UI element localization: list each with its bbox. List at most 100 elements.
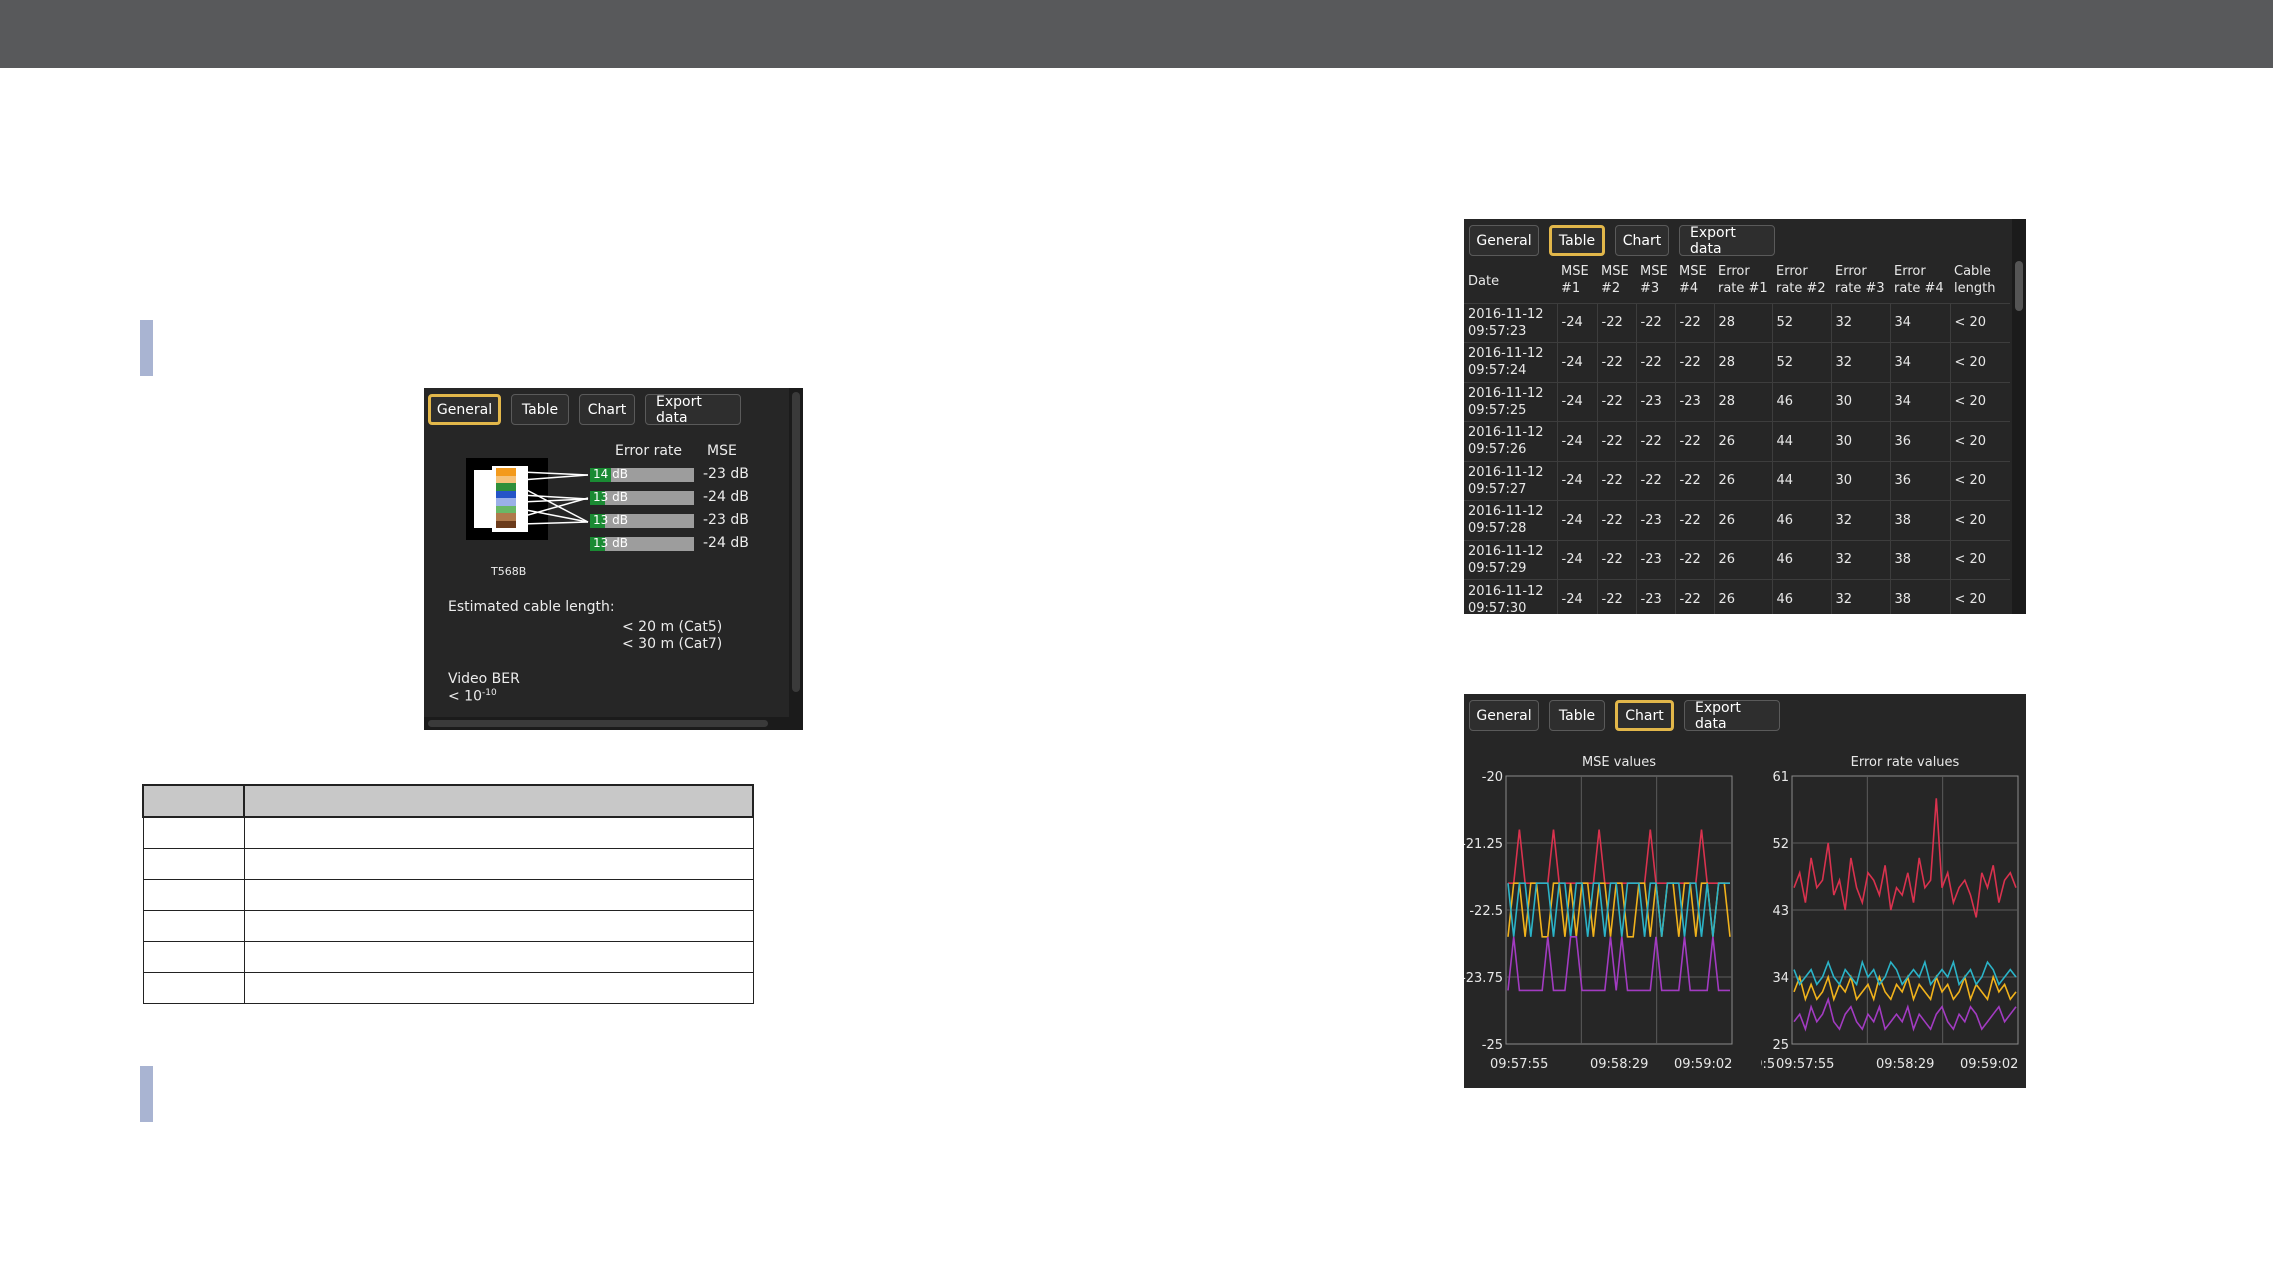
value-cell: 34 — [1889, 342, 1950, 382]
value-cell: -22 — [1596, 460, 1636, 501]
x-tick-label: 09:57:55 — [1490, 1057, 1548, 1072]
table-cell — [243, 847, 754, 880]
table-cell — [243, 971, 754, 1004]
table-row — [142, 909, 754, 942]
label-mask — [1745, 1054, 1761, 1084]
value-cell: 46 — [1771, 579, 1831, 614]
value-cell: 36 — [1889, 460, 1950, 501]
horizontal-scrollbar[interactable] — [424, 717, 803, 730]
tab-chart[interactable]: Chart — [579, 394, 635, 425]
vertical-scrollbar[interactable] — [2012, 219, 2026, 614]
tab-table[interactable]: Table — [511, 394, 569, 425]
value-cell: 38 — [1889, 500, 1950, 540]
general-panel-screenshot: General Table Chart Export data Error ra… — [424, 388, 803, 730]
value-cell: 32 — [1830, 500, 1890, 540]
y-tick-label: -22.5 — [1469, 904, 1503, 919]
tab-general[interactable]: General — [1469, 225, 1539, 256]
value-cell: -22 — [1674, 342, 1714, 382]
tab-general[interactable]: General — [1469, 700, 1539, 731]
connector-label: T568B — [491, 565, 527, 578]
value-cell: < 20 — [1949, 460, 2010, 501]
value-cell: 32 — [1830, 539, 1890, 580]
value-cell: 26 — [1713, 500, 1772, 540]
series-line — [1507, 936, 1730, 992]
value-cell: -22 — [1596, 500, 1636, 540]
measurement-table: Date MSE #1 MSE #2 MSE #3 MSE #4 Error rate #… — [1464, 261, 2010, 614]
value-cell: -23 — [1635, 539, 1675, 580]
date-cell: 2016-11-12 09:57:26 — [1464, 421, 1557, 461]
table-header-row: Date MSE #1 MSE #2 MSE #3 MSE #4 Error rate #… — [1464, 261, 2010, 303]
tab-table[interactable]: Table — [1549, 225, 1605, 256]
date-cell: 2016-11-12 09:57:23 — [1464, 302, 1557, 343]
date-cell: 2016-11-12 09:57:25 — [1464, 381, 1557, 422]
date-cell: 2016-11-12 09:57:30 — [1464, 579, 1557, 614]
table-row: 2016-11-12 09:57:24 -24 -22 -22 -22 28 52 32 34 < … — [1464, 342, 2010, 382]
value-cell: -22 — [1635, 460, 1675, 501]
value-cell: 30 — [1830, 460, 1890, 501]
parameter-table — [142, 784, 754, 1004]
y-tick-label: -20 — [1482, 770, 1503, 785]
section-marker — [140, 1066, 153, 1122]
value-cell: -22 — [1674, 460, 1714, 501]
value-cell: 44 — [1771, 421, 1831, 461]
cable-length-cat7: < 30 m (Cat7) — [622, 636, 723, 652]
value-cell: 34 — [1889, 381, 1950, 422]
col-header-err1: Error rate #1 — [1718, 264, 1768, 296]
value-cell: 38 — [1889, 539, 1950, 580]
value-cell: -22 — [1674, 302, 1714, 343]
vertical-scrollbar[interactable] — [789, 388, 803, 730]
header-cell — [142, 784, 245, 818]
x-tick-label: 09:57:55 — [1776, 1057, 1834, 1072]
tab-bar: General Table Chart Export data — [1469, 225, 1775, 257]
table-row — [142, 878, 754, 911]
value-cell: -22 — [1596, 381, 1636, 422]
value-cell: -22 — [1635, 302, 1675, 343]
pair-4-mse: -24 dB — [703, 535, 749, 551]
value-cell: 26 — [1713, 421, 1772, 461]
value-cell: < 20 — [1949, 381, 2010, 422]
tab-table[interactable]: Table — [1549, 700, 1605, 731]
y-tick-label: 34 — [1772, 971, 1789, 986]
col-header-date: Date — [1468, 274, 1500, 290]
x-tick-label: 09:59:02 — [1674, 1057, 1732, 1072]
value-cell: -24 — [1556, 500, 1597, 540]
table-row: 2016-11-12 09:57:29 -24 -22 -23 -22 26 46 32 38 < … — [1464, 539, 2010, 580]
value-cell: -22 — [1674, 421, 1714, 461]
value-cell: -24 — [1556, 381, 1597, 422]
value-cell: < 20 — [1949, 302, 2010, 343]
video-ber-value: < 10-10 — [448, 688, 497, 705]
x-tick-label: 09:58:29 — [1876, 1057, 1934, 1072]
tab-general[interactable]: General — [428, 394, 501, 425]
value-cell: 26 — [1713, 539, 1772, 580]
cable-length-cat5: < 20 m (Cat5) — [622, 619, 723, 635]
y-tick-label: -23.75 — [1464, 971, 1503, 986]
value-cell: 44 — [1771, 460, 1831, 501]
y-tick-label: 25 — [1772, 1038, 1789, 1053]
table-cell — [142, 847, 245, 880]
y-tick-label: 52 — [1772, 837, 1789, 852]
col-header-mse2: MSE #2 — [1601, 264, 1629, 296]
tab-chart[interactable]: Chart — [1615, 225, 1669, 256]
tab-chart[interactable]: Chart — [1615, 700, 1674, 731]
chart-title: MSE values — [1582, 755, 1656, 770]
table-row: 2016-11-12 09:57:27 -24 -22 -22 -22 26 44 30 36 < … — [1464, 460, 2010, 501]
tab-export-data[interactable]: Export data — [1684, 700, 1780, 732]
table-row: 2016-11-12 09:57:23 -24 -22 -22 -22 28 52 32 34 < … — [1464, 302, 2010, 343]
tab-export-data[interactable]: Export data — [1679, 225, 1775, 257]
table-cell — [142, 971, 245, 1004]
pair-4-error-rate: 13 dB — [593, 536, 628, 550]
tab-export-data[interactable]: Export data — [645, 394, 741, 426]
charts-canvas: MSE values -20 -21.25 -22.5 -23.75 -25 09:57:5… — [1464, 755, 2026, 1084]
value-cell: 32 — [1830, 342, 1890, 382]
col-header-err3: Error rate #3 — [1835, 264, 1885, 296]
value-cell: < 20 — [1949, 539, 2010, 580]
pair-1-error-bar: 14 dB — [590, 467, 694, 482]
value-cell: 34 — [1889, 302, 1950, 343]
table-row — [142, 847, 754, 880]
col-header-err4: Error rate #4 — [1894, 264, 1944, 296]
value-cell: -23 — [1674, 381, 1714, 422]
mse-header: MSE — [707, 443, 737, 459]
x-tick-label: 09:59:02 — [1960, 1057, 2018, 1072]
section-marker — [140, 320, 153, 376]
value-cell: -24 — [1556, 302, 1597, 343]
